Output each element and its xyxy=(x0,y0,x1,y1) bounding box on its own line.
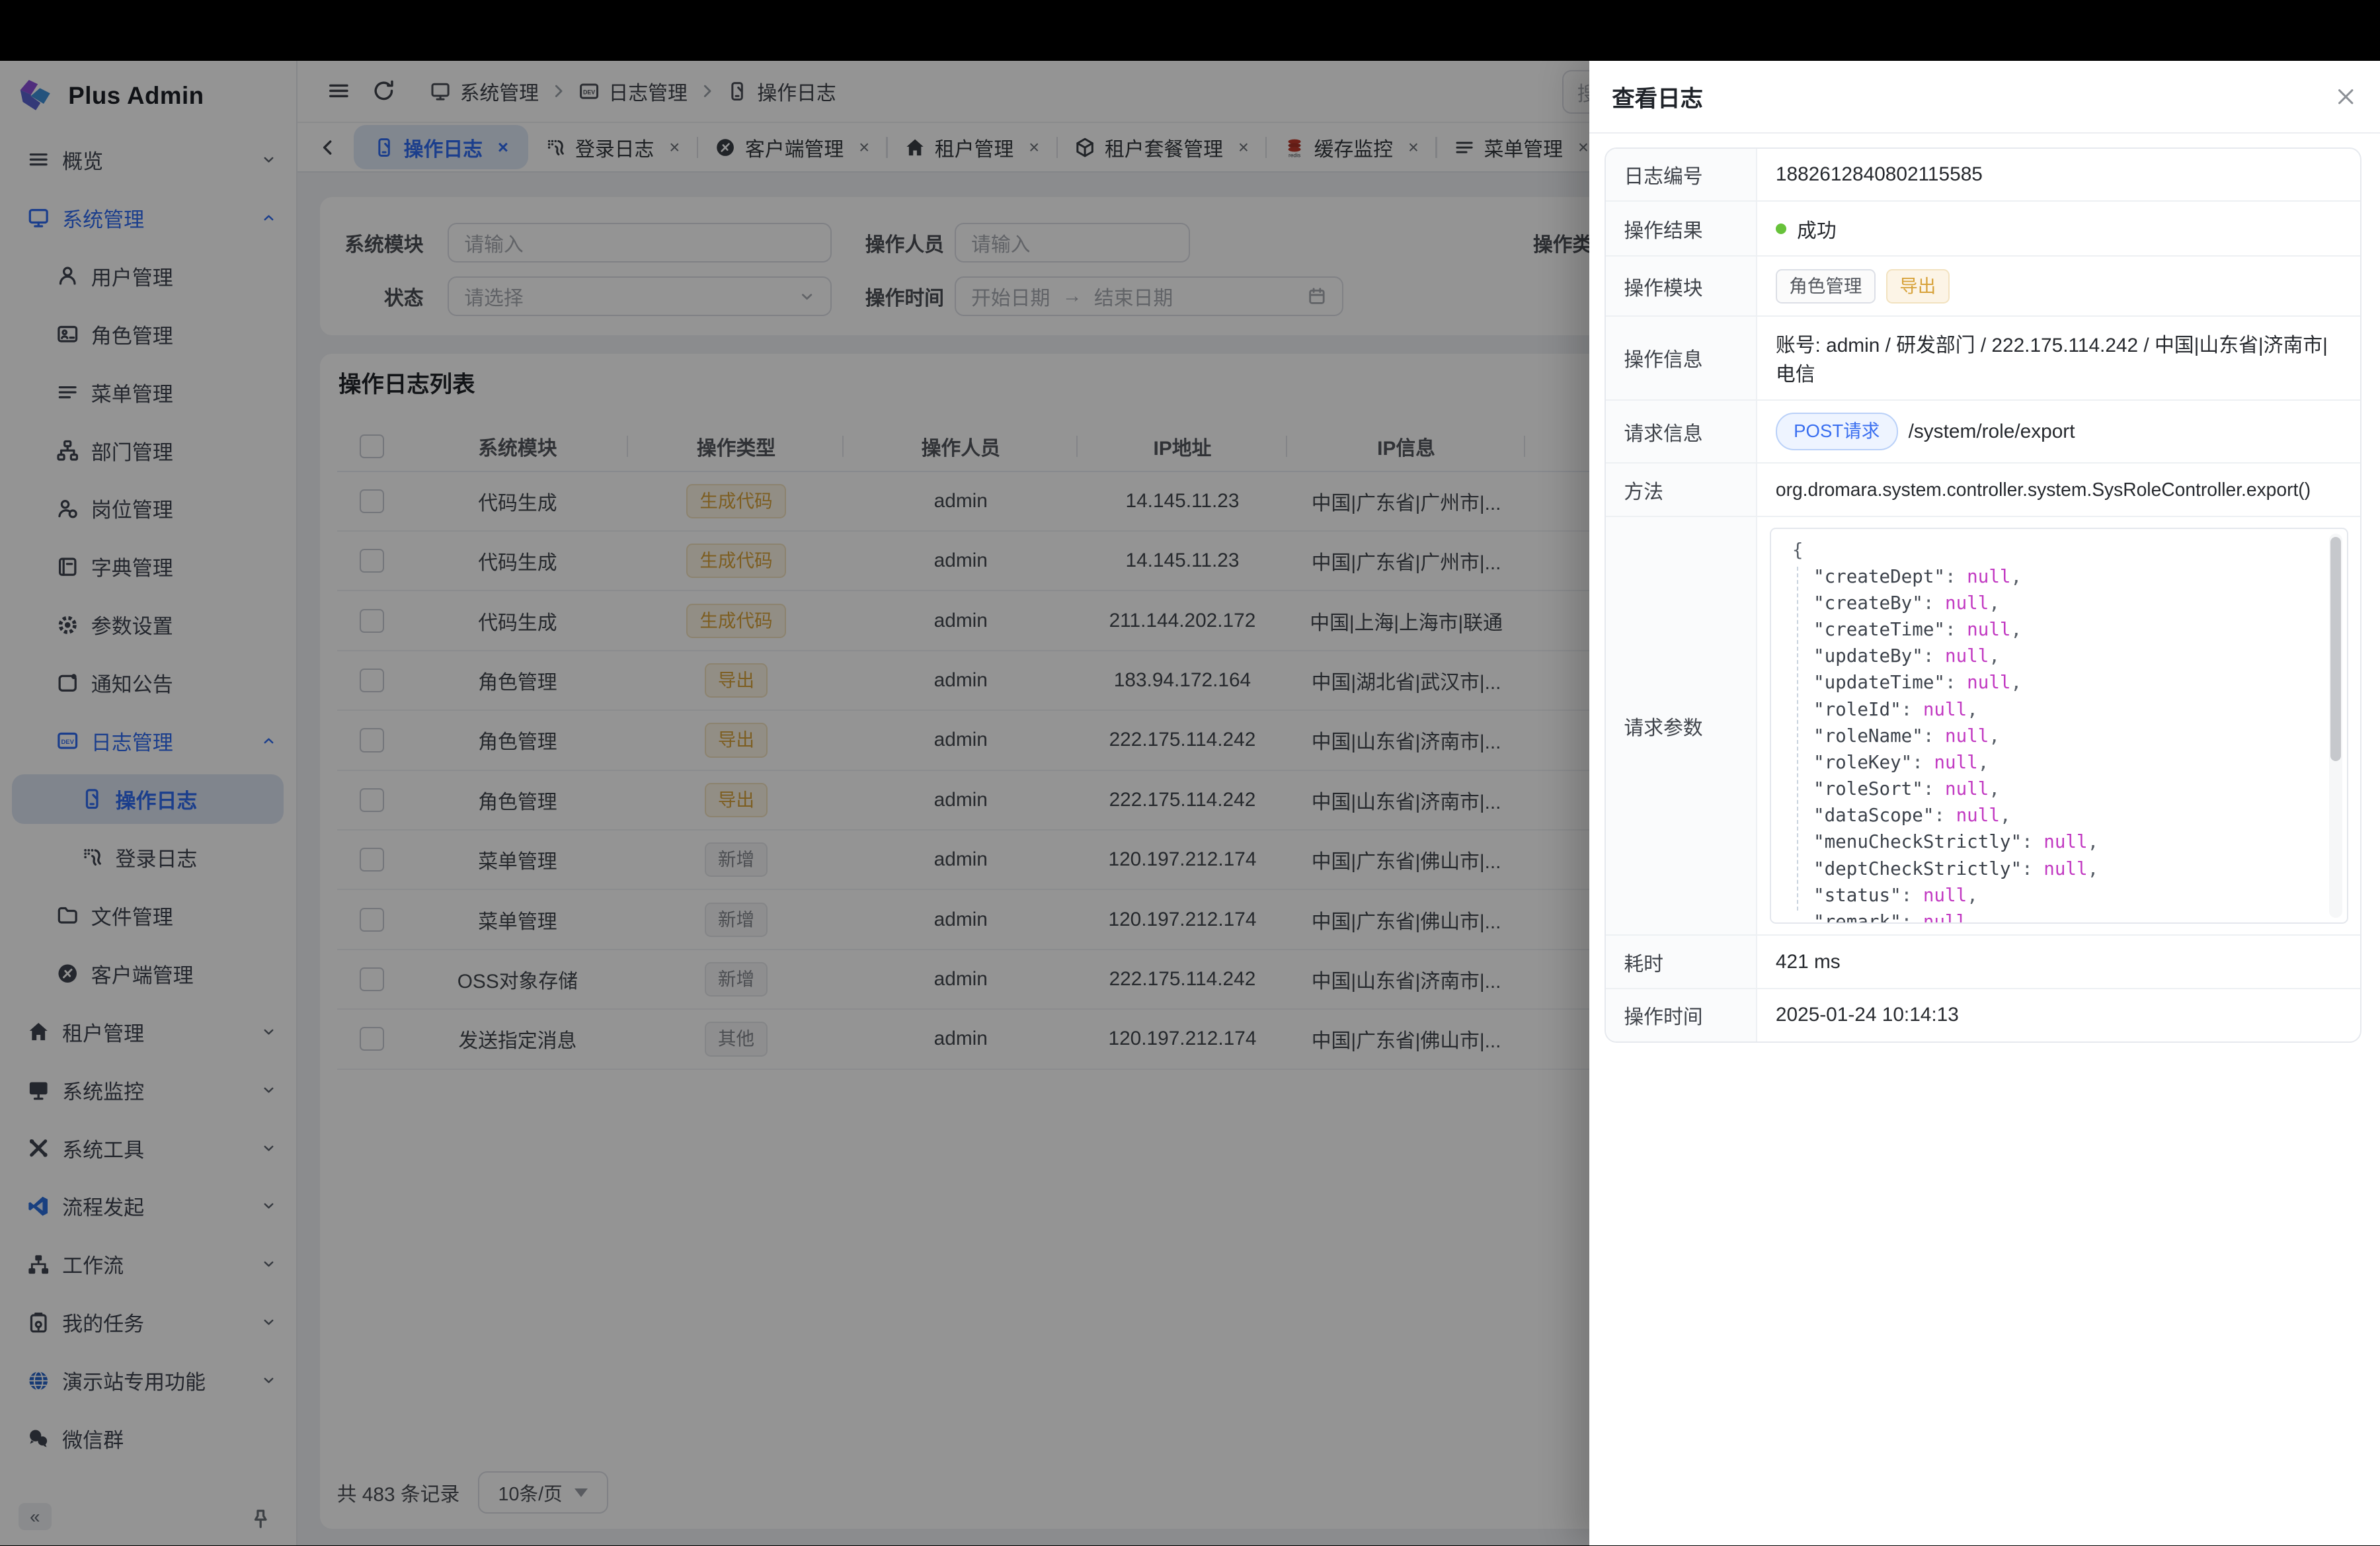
detail-row-request: 请求信息 POST请求 /system/role/export xyxy=(1606,401,2361,464)
params-code-block: { "createDept": null,"createBy": null,"c… xyxy=(1770,528,2348,924)
row-label: 方法 xyxy=(1606,464,1758,516)
code-scrollbar xyxy=(2329,534,2343,918)
code-line: "updateBy": null, xyxy=(1792,643,2311,669)
code-line: "remark": null, xyxy=(1792,909,2311,924)
row-label: 操作结果 xyxy=(1606,202,1758,255)
detail-row-log-id: 日志编号 1882612840802115585 xyxy=(1606,149,2361,202)
code-line: "deptCheckStrictly": null, xyxy=(1792,856,2311,882)
code-scrollbar-thumb[interactable] xyxy=(2330,537,2341,762)
result-value: 成功 xyxy=(1797,214,1837,243)
detail-row-duration: 耗时 421 ms xyxy=(1606,936,2361,989)
duration-value: 421 ms xyxy=(1757,936,2360,988)
success-dot xyxy=(1776,224,1786,234)
info-value: 账号: admin / 研发部门 / 222.175.114.242 / 中国|… xyxy=(1757,317,2360,399)
method-value: org.dromara.system.controller.system.Sys… xyxy=(1757,464,2360,516)
code-line: "menuCheckStrictly": null, xyxy=(1792,829,2311,855)
drawer-body: 日志编号 1882612840802115585 操作结果 成功 操作模块 角色… xyxy=(1605,147,2362,1043)
detail-row-result: 操作结果 成功 xyxy=(1606,202,2361,257)
code-line: "roleKey": null, xyxy=(1792,749,2311,776)
row-label: 日志编号 xyxy=(1606,149,1758,201)
row-label: 耗时 xyxy=(1606,936,1758,988)
time-value: 2025-01-24 10:14:13 xyxy=(1757,989,2360,1041)
row-label: 请求信息 xyxy=(1606,401,1758,463)
code-line: "roleId": null, xyxy=(1792,696,2311,723)
row-label: 操作模块 xyxy=(1606,257,1758,315)
detail-row-info: 操作信息 账号: admin / 研发部门 / 222.175.114.242 … xyxy=(1606,317,2361,401)
drawer-header: 查看日志 xyxy=(1589,61,2380,134)
code-line: "createTime": null, xyxy=(1792,616,2311,643)
row-label: 操作信息 xyxy=(1606,317,1758,399)
close-icon[interactable] xyxy=(2334,85,2357,108)
log-id-value: 1882612840802115585 xyxy=(1757,149,2360,201)
code-line: "createBy": null, xyxy=(1792,590,2311,616)
log-detail-drawer: 查看日志 日志编号 1882612840802115585 操作结果 成功 操作… xyxy=(1589,61,2380,1545)
code-lines: "createDept": null,"createBy": null,"cre… xyxy=(1792,563,2311,924)
code-line: "status": null, xyxy=(1792,882,2311,909)
code-line: "updateTime": null, xyxy=(1792,669,2311,696)
module-tag: 角色管理 xyxy=(1776,269,1876,304)
code-line: "createDept": null, xyxy=(1792,563,2311,590)
post-method-tag: POST请求 xyxy=(1776,413,1898,450)
row-label: 请求参数 xyxy=(1606,517,1758,934)
detail-row-time: 操作时间 2025-01-24 10:14:13 xyxy=(1606,989,2361,1041)
detail-row-params: 请求参数 { "createDept": null,"createBy": nu… xyxy=(1606,517,2361,936)
code-line: "roleSort": null, xyxy=(1792,776,2311,802)
drawer-title: 查看日志 xyxy=(1612,80,1703,113)
detail-row-method: 方法 org.dromara.system.controller.system.… xyxy=(1606,464,2361,517)
code-line: "dataScope": null, xyxy=(1792,802,2311,829)
action-tag: 导出 xyxy=(1886,269,1950,304)
log-detail-table: 日志编号 1882612840802115585 操作结果 成功 操作模块 角色… xyxy=(1605,147,2362,1043)
indent-guide xyxy=(1797,567,1798,910)
row-label: 操作时间 xyxy=(1606,989,1758,1041)
detail-row-module: 操作模块 角色管理 导出 xyxy=(1606,257,2361,317)
request-url: /system/role/export xyxy=(1909,421,2075,443)
screen: Plus Admin 概览 系统管理 用户管理 角色管理 菜单管理 部门管理 岗… xyxy=(0,0,2380,1545)
code-line: "roleName": null, xyxy=(1792,723,2311,749)
app-window: Plus Admin 概览 系统管理 用户管理 角色管理 菜单管理 部门管理 岗… xyxy=(0,61,2380,1545)
code-line: { xyxy=(1792,537,2311,563)
